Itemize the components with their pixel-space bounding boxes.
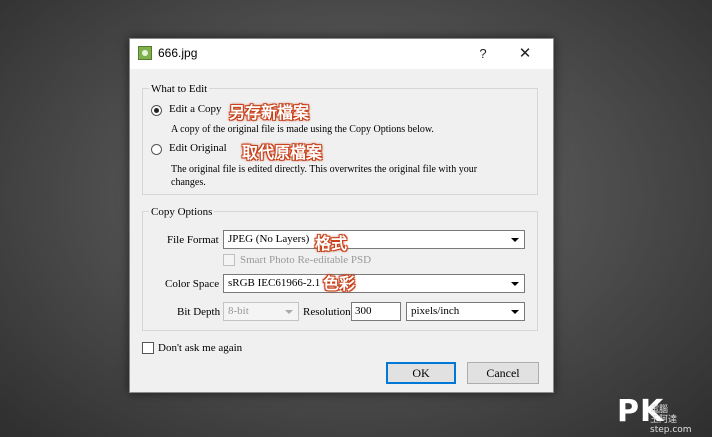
file-format-select[interactable]: JPEG (No Layers) (223, 230, 525, 249)
dont-ask-checkbox[interactable] (142, 342, 154, 354)
color-space-value: sRGB IEC61966-2.1 (228, 277, 321, 289)
copy-options-group: Copy Options File Format JPEG (No Layers… (142, 206, 538, 331)
file-format-label: File Format (167, 234, 219, 246)
edit-copy-annotation: 另存新檔案 (229, 103, 310, 122)
resolution-unit-select[interactable]: pixels/inch (406, 302, 525, 321)
edit-original-label[interactable]: Edit Original (169, 142, 227, 154)
bit-depth-value: 8-bit (228, 305, 249, 317)
edit-dialog: 666.jpg ? ✕ What to Edit Edit a Copy 另存新… (129, 38, 554, 393)
edit-copy-label[interactable]: Edit a Copy (169, 103, 222, 115)
cancel-button[interactable]: Cancel (467, 362, 539, 384)
edit-copy-description: A copy of the original file is made usin… (171, 124, 434, 135)
bit-depth-select[interactable]: 8-bit (223, 302, 299, 321)
help-button[interactable]: ? (470, 43, 496, 65)
smart-photo-label: Smart Photo Re-editable PSD (240, 254, 372, 266)
color-space-label: Color Space (165, 278, 220, 290)
resolution-label: Resolution (303, 306, 351, 318)
chevron-down-icon (511, 310, 519, 314)
chevron-down-icon (285, 310, 293, 314)
file-format-annotation: 格式 (315, 234, 348, 253)
window-title: 666.jpg (158, 46, 198, 60)
chevron-down-icon (511, 238, 519, 242)
image-file-icon (138, 46, 152, 60)
what-to-edit-group: What to Edit Edit a Copy 另存新檔案 A copy of… (142, 83, 538, 195)
resolution-unit-value: pixels/inch (411, 305, 460, 317)
color-space-annotation: 色彩 (323, 274, 356, 293)
edit-original-description-line1: The original file is edited directly. Th… (171, 164, 478, 175)
copy-options-title: Copy Options (149, 206, 215, 218)
edit-original-annotation: 取代原檔案 (242, 143, 323, 162)
close-button[interactable]: ✕ (512, 43, 538, 65)
dont-ask-label[interactable]: Don't ask me again (158, 342, 242, 354)
what-to-edit-title: What to Edit (149, 83, 210, 95)
watermark-text: 電腦 王阿達 step.com (650, 405, 692, 435)
chevron-down-icon (511, 282, 519, 286)
edit-original-description-line2: changes. (171, 177, 206, 188)
file-format-value: JPEG (No Layers) (228, 233, 310, 245)
ok-button[interactable]: OK (386, 362, 456, 384)
resolution-input[interactable]: 300 (351, 302, 401, 321)
smart-photo-checkbox[interactable] (223, 254, 235, 266)
edit-original-radio[interactable] (151, 144, 162, 155)
title-bar: 666.jpg ? ✕ (130, 39, 553, 69)
edit-copy-radio[interactable] (151, 105, 162, 116)
color-space-select[interactable]: sRGB IEC61966-2.1 (223, 274, 525, 293)
resolution-value: 300 (355, 305, 372, 317)
bit-depth-label: Bit Depth (177, 306, 221, 318)
